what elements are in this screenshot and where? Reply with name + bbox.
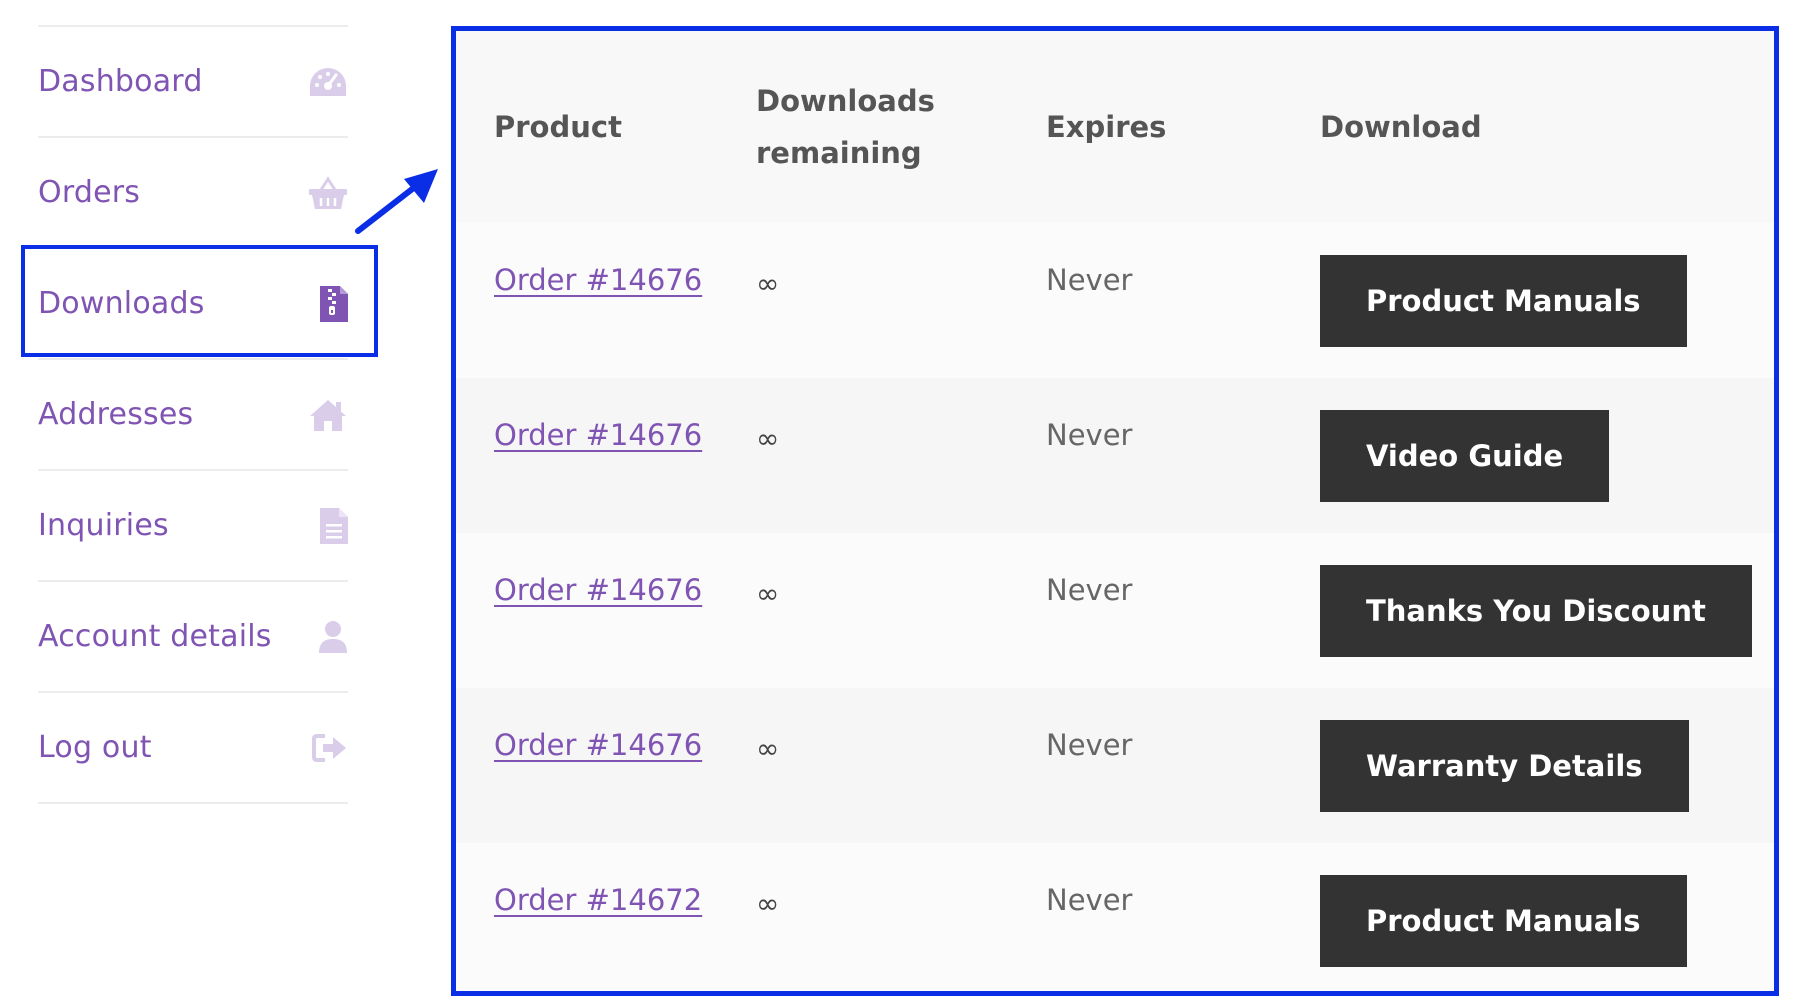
downloads-remaining-value: ∞ — [756, 422, 780, 455]
sidebar-item-log-out[interactable]: Log out — [38, 693, 348, 804]
user-icon — [308, 617, 348, 657]
sidebar-item-dashboard[interactable]: Dashboard — [38, 27, 348, 138]
expires-value: Never — [1046, 263, 1133, 297]
downloads-remaining-value: ∞ — [756, 732, 780, 765]
expires-value: Never — [1046, 728, 1133, 762]
table-row: Order #14672 ∞ Never Product Manuals — [456, 843, 1774, 991]
download-button[interactable]: Thanks You Discount — [1320, 565, 1752, 657]
table-row: Order #14676 ∞ Never Video Guide — [456, 378, 1774, 533]
column-header-downloads-remaining: Downloads remaining — [756, 31, 1046, 223]
order-link[interactable]: Order #14672 — [494, 883, 702, 917]
download-button[interactable]: Warranty Details — [1320, 720, 1689, 812]
expires-value: Never — [1046, 883, 1133, 917]
sidebar-item-label: Log out — [38, 729, 152, 765]
order-link[interactable]: Order #14676 — [494, 728, 702, 762]
column-header-download: Download — [1320, 31, 1774, 223]
column-header-product: Product — [456, 31, 756, 223]
download-button[interactable]: Product Manuals — [1320, 255, 1687, 347]
downloads-panel: Product Downloads remaining Expires Down… — [451, 26, 1779, 996]
sidebar-item-label: Dashboard — [38, 63, 203, 99]
column-header-expires: Expires — [1046, 31, 1320, 223]
download-button[interactable]: Video Guide — [1320, 410, 1610, 502]
sidebar-item-account-details[interactable]: Account details — [38, 582, 348, 693]
file-archive-icon — [308, 284, 348, 324]
basket-icon — [308, 173, 348, 213]
sidebar-item-orders[interactable]: Orders — [38, 138, 348, 249]
downloads-remaining-value: ∞ — [756, 267, 780, 300]
expires-value: Never — [1046, 418, 1133, 452]
order-link[interactable]: Order #14676 — [494, 573, 702, 607]
table-row: Order #14676 ∞ Never Product Manuals — [456, 223, 1774, 378]
table-row: Order #14676 ∞ Never Thanks You Discount — [456, 533, 1774, 688]
downloads-table: Product Downloads remaining Expires Down… — [456, 31, 1774, 991]
annotation-arrow-icon — [355, 169, 438, 234]
home-icon — [308, 395, 348, 435]
sidebar-item-label: Inquiries — [38, 507, 169, 543]
account-navigation: Dashboard Orders Downloads Addresses Inq… — [38, 25, 348, 804]
document-icon — [308, 506, 348, 546]
sidebar-item-label: Account details — [38, 618, 272, 654]
download-button[interactable]: Product Manuals — [1320, 875, 1687, 967]
order-link[interactable]: Order #14676 — [494, 263, 702, 297]
sidebar-item-downloads[interactable]: Downloads — [38, 249, 348, 360]
sidebar-item-label: Addresses — [38, 396, 194, 432]
sidebar-item-label: Orders — [38, 174, 141, 210]
my-account-page: Dashboard Orders Downloads Addresses Inq… — [0, 0, 1806, 1004]
dashboard-gauge-icon — [308, 62, 348, 102]
downloads-remaining-value: ∞ — [756, 577, 780, 610]
downloads-remaining-value: ∞ — [756, 887, 780, 920]
sidebar-item-inquiries[interactable]: Inquiries — [38, 471, 348, 582]
sidebar-item-label: Downloads — [38, 285, 205, 321]
sign-out-icon — [308, 728, 348, 768]
expires-value: Never — [1046, 573, 1133, 607]
table-header-row: Product Downloads remaining Expires Down… — [456, 31, 1774, 223]
sidebar-item-addresses[interactable]: Addresses — [38, 360, 348, 471]
table-row: Order #14676 ∞ Never Warranty Details — [456, 688, 1774, 843]
order-link[interactable]: Order #14676 — [494, 418, 702, 452]
